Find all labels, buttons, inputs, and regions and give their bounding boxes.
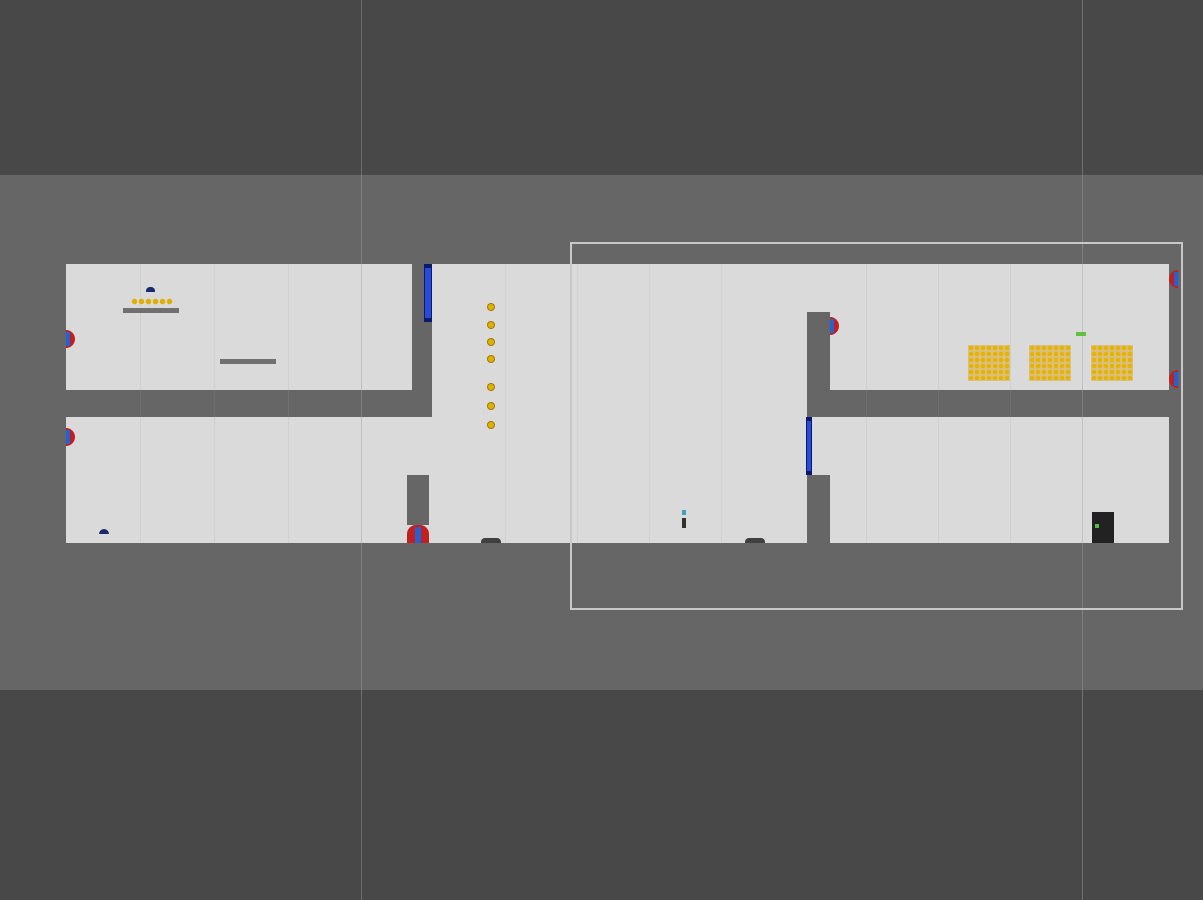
turret-icon bbox=[745, 538, 765, 543]
coin bbox=[488, 322, 494, 328]
exit-door-icon bbox=[1092, 512, 1114, 543]
wall-pillar-left bbox=[412, 322, 432, 417]
wall-pillar-left-bottom bbox=[407, 475, 429, 525]
platform bbox=[220, 359, 276, 364]
door-blue-right bbox=[806, 417, 812, 475]
grid-line bbox=[214, 264, 215, 543]
portal-mid-bottom bbox=[407, 525, 429, 543]
grid-line bbox=[361, 0, 362, 900]
grid-line bbox=[505, 264, 506, 543]
grid-line bbox=[288, 264, 289, 543]
coin bbox=[488, 422, 494, 428]
player-icon[interactable] bbox=[681, 510, 687, 528]
selection-frame[interactable] bbox=[570, 242, 1183, 610]
door-blue-top bbox=[424, 264, 432, 322]
key-icon bbox=[1076, 332, 1086, 336]
coin bbox=[488, 356, 494, 362]
coin bbox=[488, 339, 494, 345]
scene-viewport[interactable] bbox=[0, 0, 1203, 900]
coin bbox=[488, 384, 494, 390]
enemy-icon bbox=[146, 287, 155, 292]
coin-stack bbox=[1029, 345, 1071, 381]
room-bottom-left bbox=[66, 417, 432, 543]
enemy-icon bbox=[99, 529, 109, 534]
coin bbox=[488, 403, 494, 409]
coin-stack bbox=[1091, 345, 1133, 381]
coin bbox=[488, 304, 494, 310]
platform bbox=[123, 308, 179, 313]
grid-line bbox=[140, 264, 141, 543]
coin-stack bbox=[968, 345, 1010, 381]
coin-row bbox=[131, 298, 173, 305]
turret-icon bbox=[481, 538, 501, 543]
wall-divider-left bbox=[66, 390, 432, 417]
